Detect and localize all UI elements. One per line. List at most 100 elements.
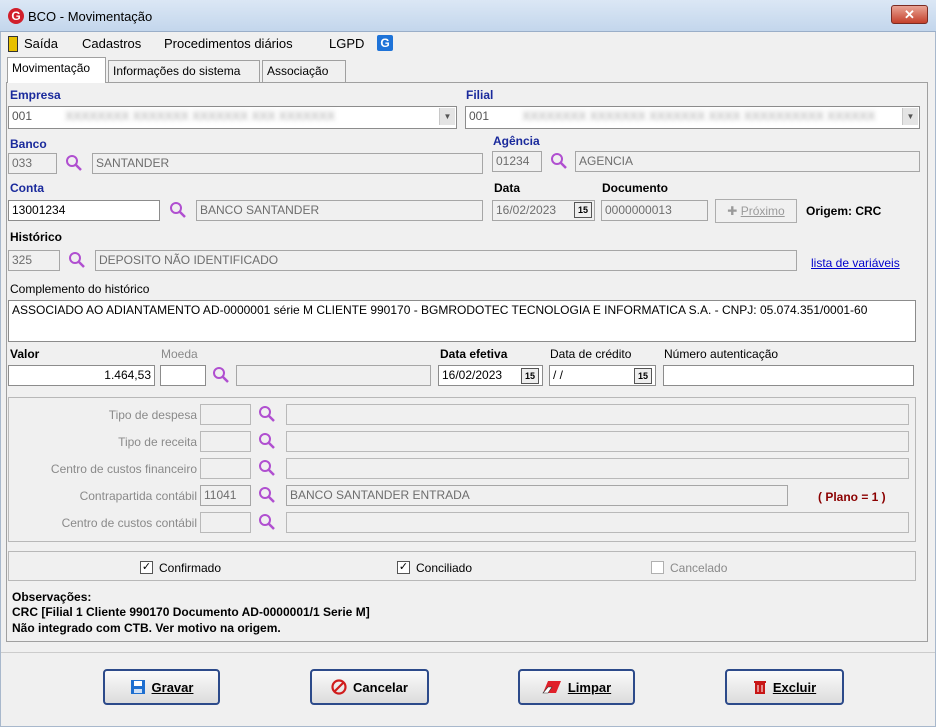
centro-contabil-code[interactable] (200, 512, 251, 533)
agencia-name-field: AGENCIA (575, 151, 920, 172)
banco-code-input[interactable]: 033 (8, 153, 57, 174)
search-icon[interactable] (212, 366, 230, 384)
tipo-receita-code[interactable] (200, 431, 251, 452)
menu-cadastros[interactable]: Cadastros (82, 36, 141, 51)
label-conta: Conta (10, 181, 44, 195)
eraser-icon (542, 681, 561, 694)
app-logo-icon: G (8, 8, 24, 24)
gravar-label: Gravar (151, 679, 194, 695)
search-icon[interactable] (68, 251, 86, 269)
centro-financeiro-name (286, 458, 909, 479)
search-icon[interactable] (258, 432, 276, 450)
filial-code: 001 (469, 109, 490, 123)
cancel-icon (331, 679, 347, 695)
observacoes-title: Observações: (12, 590, 92, 604)
conta-code-input[interactable]: 13001234 (8, 200, 160, 221)
complemento-textarea[interactable]: ASSOCIADO AO ADIANTAMENTO AD-0000001 sér… (8, 300, 916, 342)
limpar-button[interactable]: Limpar (518, 669, 635, 705)
search-icon[interactable] (550, 152, 568, 170)
label-data-efetiva: Data efetiva (440, 347, 508, 361)
tipo-despesa-name (286, 404, 909, 425)
moeda-code-input[interactable] (160, 365, 206, 386)
label-banco: Banco (10, 137, 47, 151)
lista-variaveis-link[interactable]: lista de variáveis (811, 256, 900, 270)
contrapartida-name: BANCO SANTANDER ENTRADA (286, 485, 788, 506)
confirmado-checkbox[interactable]: ✓ (140, 561, 153, 574)
calendar-icon[interactable]: 15 (521, 368, 539, 384)
tipo-receita-name (286, 431, 909, 452)
proximo-button[interactable]: ✚ Próximo (715, 199, 797, 223)
tipo-despesa-code[interactable] (200, 404, 251, 425)
exit-icon (8, 36, 18, 52)
calendar-icon[interactable]: 15 (634, 368, 652, 384)
historico-code-input[interactable]: 325 (8, 250, 60, 271)
conciliado-label: Conciliado (416, 561, 473, 575)
excluir-button[interactable]: Excluir (725, 669, 844, 705)
data-efetiva-value: 16/02/2023 (442, 368, 503, 382)
plus-icon: ✚ (727, 204, 738, 218)
search-icon[interactable] (65, 154, 83, 172)
label-documento: Documento (602, 181, 668, 195)
menu-saida[interactable]: Saída (24, 36, 58, 51)
centro-financeiro-code[interactable] (200, 458, 251, 479)
label-numero-autenticacao: Número autenticação (664, 347, 779, 361)
label-historico: Histórico (10, 230, 63, 244)
conta-name-field: BANCO SANTANDER (196, 200, 483, 221)
lgpd-logo-icon[interactable]: G (377, 35, 393, 51)
search-icon[interactable] (258, 513, 276, 531)
chevron-down-icon[interactable]: ▼ (439, 108, 455, 125)
label-contrapartida-contabil: Contrapartida contábil (79, 489, 197, 503)
label-tipo-receita: Tipo de receita (118, 435, 197, 449)
label-valor: Valor (10, 347, 40, 361)
plano-label: ( Plano = 1 ) (818, 490, 886, 504)
filial-name: XXXXXXXX XXXXXXX XXXXXXX XXXX XXXXXXXXXX… (522, 109, 876, 123)
label-filial: Filial (466, 88, 494, 102)
label-moeda: Moeda (161, 347, 198, 361)
empresa-code: 001 (12, 109, 33, 123)
observacoes-line2: Não integrado com CTB. Ver motivo na ori… (12, 621, 281, 635)
close-button[interactable]: ✕ (891, 5, 928, 24)
calendar-icon[interactable]: 15 (574, 202, 592, 218)
tab-movimentacao[interactable]: Movimentação (7, 57, 106, 83)
tab-informacoes-sistema[interactable]: Informações do sistema (108, 60, 260, 82)
search-icon[interactable] (258, 486, 276, 504)
numero-autenticacao-input[interactable] (663, 365, 914, 386)
chevron-down-icon[interactable]: ▼ (902, 108, 918, 125)
label-data: Data (494, 181, 521, 195)
window-title: BCO - Movimentação (28, 9, 153, 24)
trash-icon (753, 681, 766, 694)
observacoes-line1: CRC [Filial 1 Cliente 990170 Documento A… (12, 605, 370, 619)
origem-label: Origem: CRC (806, 204, 882, 218)
conciliado-checkbox[interactable]: ✓ (397, 561, 410, 574)
excluir-label: Excluir (772, 679, 817, 695)
label-complemento: Complemento do histórico (10, 282, 150, 296)
empresa-select[interactable]: 001 XXXXXXXX XXXXXXX XXXXXXX XXX XXXXXXX… (8, 106, 457, 129)
label-centro-custos-contabil: Centro de custos contábil (61, 516, 197, 530)
search-icon[interactable] (258, 405, 276, 423)
cancelado-checkbox[interactable] (651, 561, 664, 574)
cancelado-label: Cancelado (670, 561, 728, 575)
historico-name-field: DEPOSITO NÃO IDENTIFICADO (95, 250, 797, 271)
filial-select[interactable]: 001 XXXXXXXX XXXXXXX XXXXXXX XXXX XXXXXX… (465, 106, 920, 129)
documento-input[interactable]: 0000000013 (601, 200, 708, 221)
limpar-label: Limpar (567, 679, 612, 695)
cancelar-button[interactable]: Cancelar (310, 669, 429, 705)
agencia-code-input[interactable]: 01234 (492, 151, 542, 172)
data-value: 16/02/2023 (496, 203, 557, 217)
cancelar-label: Cancelar (353, 679, 408, 695)
label-tipo-despesa: Tipo de despesa (108, 408, 197, 422)
centro-contabil-name (286, 512, 909, 533)
label-data-credito: Data de crédito (550, 347, 632, 361)
search-icon[interactable] (169, 201, 187, 219)
menu-procedimentos-diarios[interactable]: Procedimentos diários (164, 36, 293, 51)
gravar-button[interactable]: Gravar (103, 669, 220, 705)
contrapartida-code[interactable]: 11041 (200, 485, 251, 506)
menu-lgpd[interactable]: LGPD (329, 36, 364, 51)
label-centro-custos-financeiro: Centro de custos financeiro (50, 462, 197, 476)
valor-input[interactable]: 1.464,53 (8, 365, 155, 386)
confirmado-label: Confirmado (159, 561, 222, 575)
banco-name-field: SANTANDER (92, 153, 483, 174)
label-empresa: Empresa (10, 88, 61, 102)
search-icon[interactable] (258, 459, 276, 477)
tab-associacao[interactable]: Associação (262, 60, 346, 82)
